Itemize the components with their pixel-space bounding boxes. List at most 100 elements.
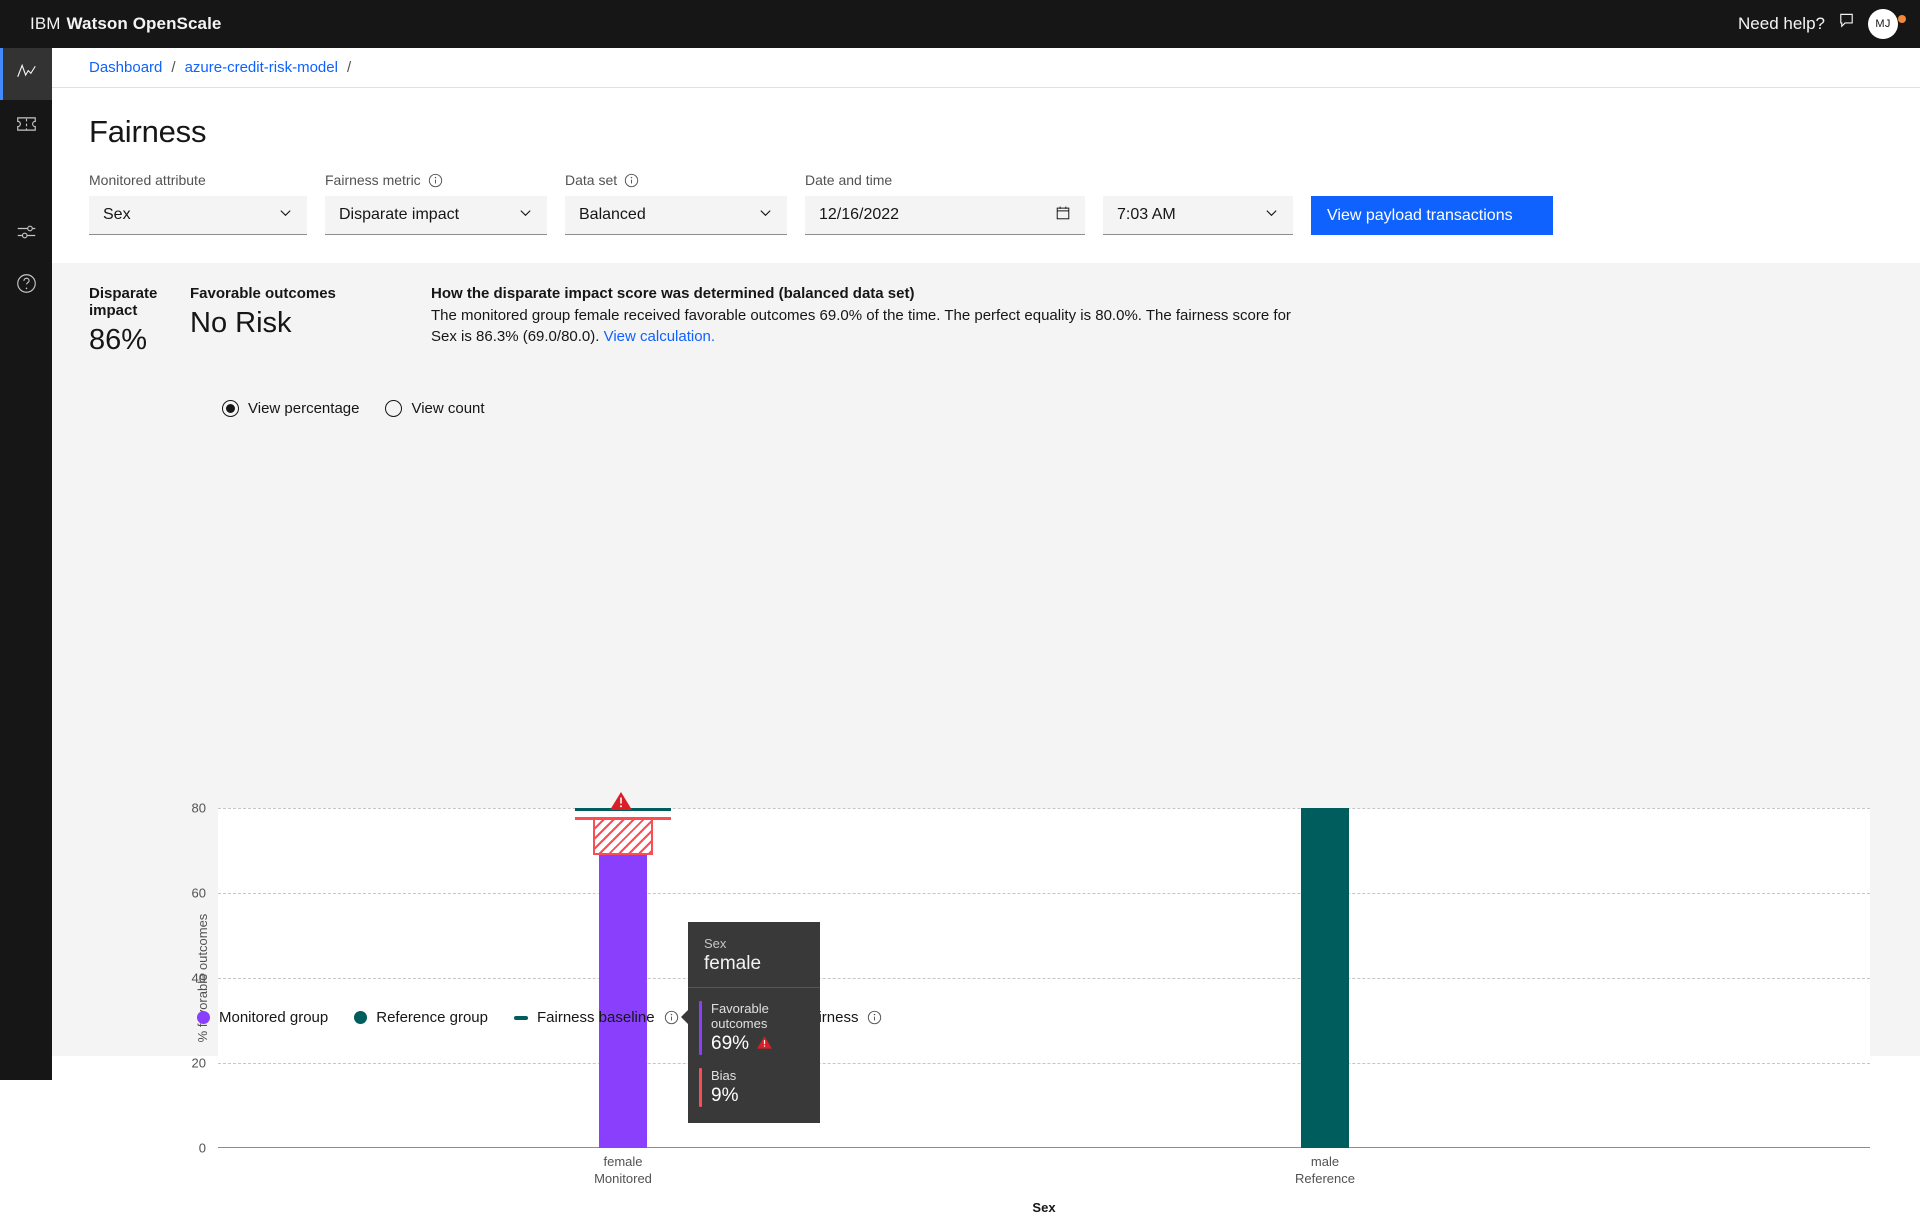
x-category-male-name: male	[1310, 1154, 1340, 1169]
score-explanation-title: How the disparate impact score was deter…	[431, 285, 915, 302]
metric-disparate-impact: Disparate impact 86%	[89, 285, 190, 357]
tooltip-favorable-value: 69%	[711, 1033, 750, 1054]
bar-monitored-female[interactable]	[599, 854, 647, 1148]
acceptable-fairness-line	[575, 816, 671, 820]
fairness-metric-label-text: Fairness metric	[325, 172, 421, 188]
gridline-60	[218, 893, 1870, 894]
date-input[interactable]: 12/16/2022	[805, 196, 1085, 235]
radio-mark-percentage	[222, 400, 239, 417]
date-and-time-label: Date and time	[805, 172, 893, 188]
x-category-male: male Reference	[1295, 1154, 1355, 1188]
fairness-metric-label: Fairness metric	[325, 172, 547, 188]
gridline-80	[218, 808, 1870, 809]
monitored-attribute-value: Sex	[103, 206, 131, 223]
info-icon[interactable]	[664, 1010, 679, 1025]
time-label-spacer	[1103, 172, 1293, 188]
breadcrumb-item-model[interactable]: azure-credit-risk-model	[185, 59, 338, 76]
disparate-impact-label: Disparate impact	[89, 285, 158, 319]
sidebar-item-help[interactable]	[0, 260, 52, 312]
metric-favorable-outcomes: Favorable outcomes No Risk	[190, 285, 431, 340]
field-primary-action: View payload transactions	[1311, 172, 1553, 235]
fairness-metric-value: Disparate impact	[339, 206, 460, 223]
tooltip-arrow	[681, 1010, 688, 1024]
field-monitored-attribute: Monitored attribute Sex	[89, 172, 307, 235]
fairness-chart-section: View percentage View count % favorable o…	[52, 374, 1920, 1215]
data-set-label-text: Data set	[565, 172, 618, 188]
app-brand[interactable]: IBM Watson OpenScale	[30, 14, 221, 34]
left-navigation-rail	[0, 48, 52, 1080]
x-axis-line	[218, 1147, 1870, 1148]
brand-prefix: IBM	[30, 14, 61, 33]
top-navigation-bar: IBM Watson OpenScale Need help? MJ	[0, 0, 1920, 48]
chevron-down-icon	[278, 205, 293, 225]
top-navigation-actions: Need help? MJ	[1738, 9, 1920, 39]
field-time: 7:03 AM	[1103, 172, 1293, 235]
field-fairness-metric: Fairness metric Disparate impact	[325, 172, 547, 235]
breadcrumb: Dashboard / azure-credit-risk-model /	[52, 48, 1920, 88]
monitored-attribute-label: Monitored attribute	[89, 172, 206, 188]
model-ticket-icon	[16, 115, 37, 138]
legend-item-reference-group[interactable]: Reference group	[354, 1009, 488, 1026]
chevron-down-icon	[758, 205, 773, 225]
data-set-dropdown[interactable]: Balanced	[565, 196, 787, 235]
breadcrumb-separator-trailing: /	[346, 59, 352, 76]
brand-name: Watson OpenScale	[66, 14, 222, 33]
info-icon[interactable]	[867, 1010, 882, 1025]
chevron-down-icon	[1264, 205, 1279, 225]
breadcrumb-separator: /	[171, 59, 176, 76]
sliders-settings-icon	[16, 223, 37, 246]
legend-item-monitored-group[interactable]: Monitored group	[197, 1009, 328, 1026]
sidebar-item-models[interactable]	[0, 100, 52, 152]
tooltip-favorable-block: Favorable outcomes 69%	[711, 1001, 804, 1055]
time-dropdown[interactable]: 7:03 AM	[1103, 196, 1293, 235]
calendar-icon[interactable]	[1055, 205, 1071, 226]
chevron-down-icon	[518, 205, 533, 225]
bar-reference-male[interactable]	[1301, 808, 1349, 1148]
radio-view-count[interactable]: View count	[385, 400, 485, 417]
tooltip-favorable-value-wrap: 69%	[711, 1033, 804, 1055]
y-tick-40: 40	[191, 970, 206, 986]
filter-toolbar: Monitored attribute Sex Fairness metric …	[52, 150, 1920, 235]
x-category-female-name: female	[603, 1154, 643, 1169]
bar-chart-plot-area: % favorable outcomes 80 60 40 20 0 femal…	[192, 792, 1870, 1215]
radio-label-count: View count	[411, 400, 485, 417]
sidebar-item-monitors[interactable]	[0, 48, 52, 100]
info-icon[interactable]	[624, 173, 639, 188]
legend-swatch-baseline	[513, 1015, 528, 1020]
score-explanation-text: The monitored group female received favo…	[431, 307, 1291, 346]
view-calculation-link[interactable]: View calculation.	[604, 328, 715, 345]
activity-monitor-icon	[16, 61, 37, 87]
monitored-attribute-dropdown[interactable]: Sex	[89, 196, 307, 235]
radio-view-percentage[interactable]: View percentage	[222, 400, 359, 417]
tooltip-row-favorable-outcomes: Favorable outcomes 69%	[688, 988, 820, 1055]
tooltip-group-key: Sex	[704, 936, 727, 951]
breadcrumb-item-dashboard[interactable]: Dashboard	[89, 59, 162, 76]
view-mode-radio-group: View percentage View count	[52, 374, 1920, 417]
sidebar-item-configure[interactable]	[0, 208, 52, 260]
tooltip-bias-key: Bias	[711, 1068, 737, 1083]
warning-triangle-icon[interactable]	[610, 792, 632, 815]
x-axis-title: Sex	[1032, 1200, 1056, 1215]
tooltip-header: Sex female	[688, 936, 820, 987]
avatar[interactable]: MJ	[1868, 9, 1898, 39]
y-tick-60: 60	[191, 885, 206, 901]
gridline-20	[218, 1063, 1870, 1064]
y-tick-20: 20	[191, 1055, 206, 1071]
x-category-female: female Monitored	[594, 1154, 652, 1188]
legend-label-baseline: Fairness baseline	[536, 1009, 655, 1026]
tooltip-color-swatch-bias	[699, 1068, 702, 1107]
warning-triangle-icon	[757, 1033, 773, 1055]
x-category-male-role: Reference	[1295, 1170, 1355, 1186]
legend-item-fairness-baseline[interactable]: Fairness baseline	[513, 1009, 679, 1026]
radio-label-percentage: View percentage	[248, 400, 360, 417]
gridline-40	[218, 978, 1870, 979]
legend-label-reference: Reference group	[376, 1009, 488, 1026]
data-set-label: Data set	[565, 172, 787, 188]
info-icon[interactable]	[428, 173, 443, 188]
chat-icon[interactable]	[1837, 12, 1856, 36]
legend-swatch-monitored	[197, 1011, 210, 1024]
need-help-label[interactable]: Need help?	[1738, 14, 1825, 34]
fairness-metric-dropdown[interactable]: Disparate impact	[325, 196, 547, 235]
view-payload-transactions-button[interactable]: View payload transactions	[1311, 196, 1553, 235]
favorable-outcomes-value: No Risk	[190, 307, 292, 339]
